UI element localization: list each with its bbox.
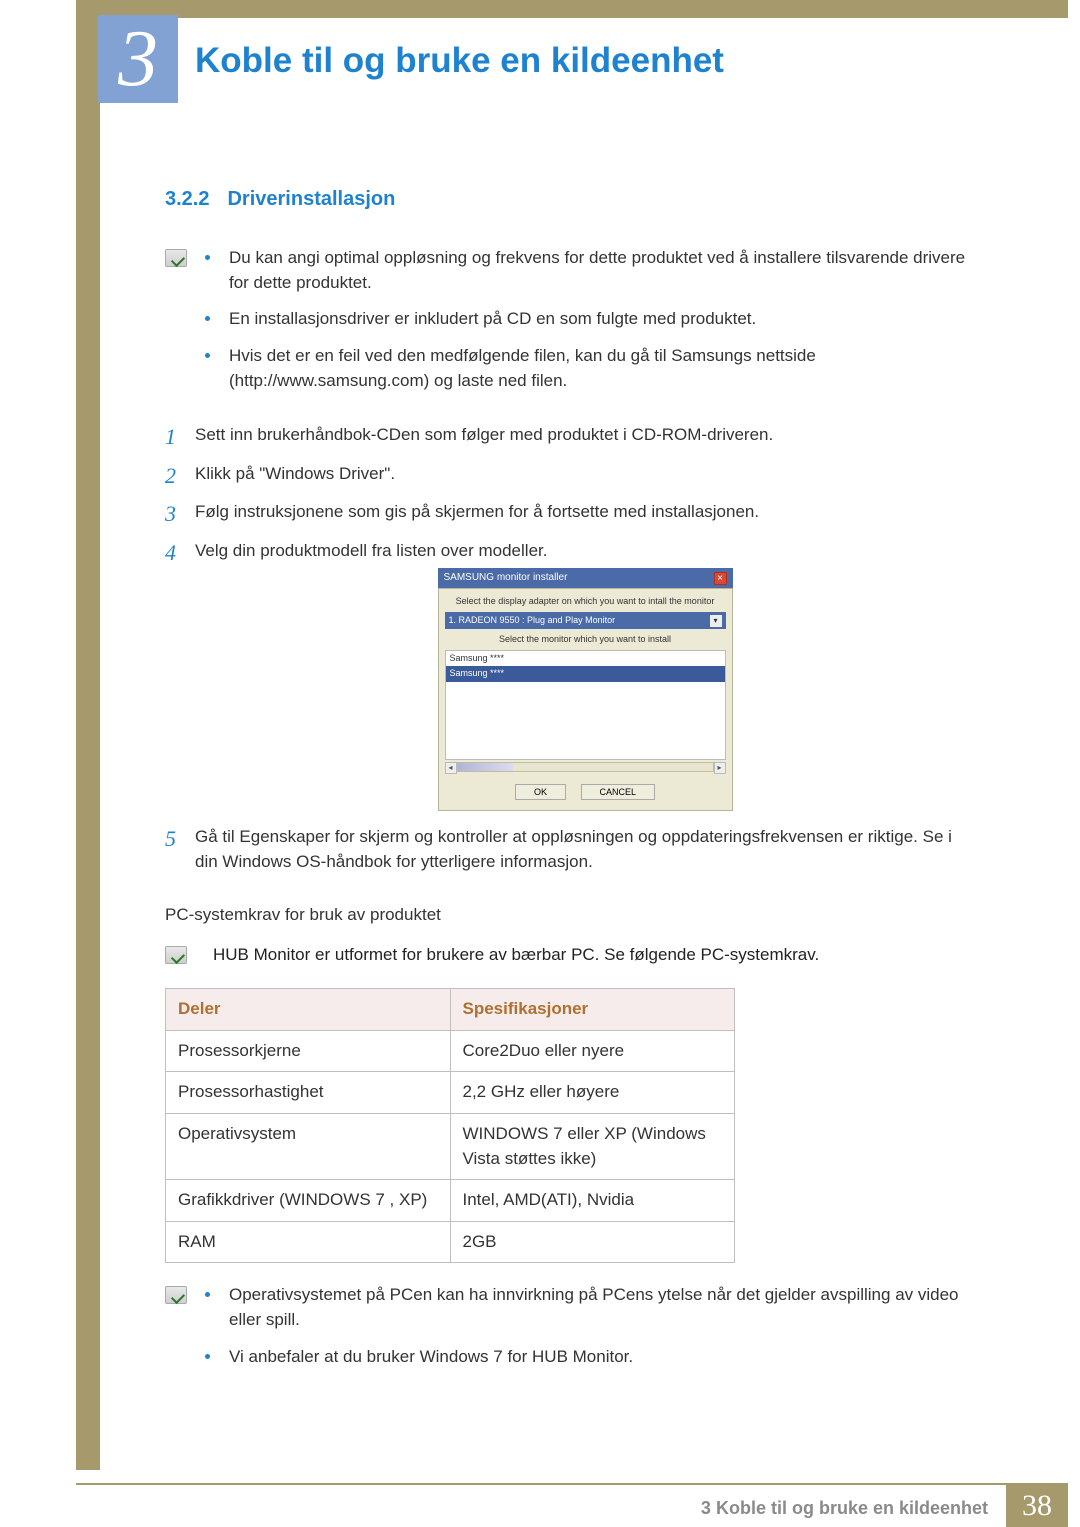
step-item: 1Sett inn brukerhåndbok-CDen som følger … [165, 423, 975, 448]
table-row: ProsessorkjerneCore2Duo eller nyere [166, 1030, 735, 1072]
note-icon [165, 1286, 187, 1304]
installer-caption2: Select the monitor which you want to ins… [445, 633, 726, 646]
installer-list-item-selected[interactable]: Samsung **** [446, 666, 725, 681]
installer-dropdown-value: 1. RADEON 9550 : Plug and Play Monitor [449, 614, 616, 627]
step-number: 3 [165, 498, 176, 530]
table-cell: Prosessorhastighet [166, 1072, 451, 1114]
step-number: 2 [165, 460, 176, 492]
close-icon[interactable]: × [714, 572, 727, 585]
pc-requirements-heading: PC-systemkrav for bruk av produktet [165, 903, 975, 928]
installer-list-item[interactable]: Samsung **** [446, 651, 725, 666]
intro-bullet: Du kan angi optimal oppløsning og frekve… [205, 246, 975, 295]
step-item: 2Klikk på "Windows Driver". [165, 462, 975, 487]
installer-screenshot: SAMSUNG monitor installer × Select the d… [438, 568, 733, 812]
left-vertical-bar [76, 0, 100, 1470]
section-number: 3.2.2 [165, 188, 209, 210]
table-row: RAM2GB [166, 1221, 735, 1263]
table-cell: RAM [166, 1221, 451, 1263]
installer-adapter-dropdown[interactable]: 1. RADEON 9550 : Plug and Play Monitor ▾ [445, 612, 726, 629]
section-title: Driverinstallasjon [227, 188, 395, 210]
footer-chapter-title: Koble til og bruke en kildeenhet [716, 1498, 988, 1518]
step-number: 5 [165, 823, 176, 855]
main-content: 3.2.2 Driverinstallasjon Du kan angi opti… [165, 185, 975, 1385]
page-footer: 3 Koble til og bruke en kildeenhet 38 [76, 1483, 1068, 1527]
page-number: 38 [1006, 1485, 1068, 1527]
table-cell: Core2Duo eller nyere [450, 1030, 735, 1072]
section-heading: 3.2.2 Driverinstallasjon [165, 185, 975, 214]
intro-note-block: Du kan angi optimal oppløsning og frekve… [165, 246, 975, 405]
chapter-title: Koble til og bruke en kildeenhet [195, 36, 724, 87]
footer-chapter-number: 3 [701, 1498, 711, 1518]
top-horizontal-bar [98, 0, 1068, 18]
scroll-track[interactable] [457, 762, 714, 772]
step-item: 5 Gå til Egenskaper for skjerm og kontrol… [165, 825, 975, 874]
closing-bullet-list: Operativsystemet på PCen kan ha innvirkn… [205, 1283, 975, 1381]
closing-bullet: Vi anbefaler at du bruker Windows 7 for … [205, 1345, 975, 1370]
table-row: OperativsystemWINDOWS 7 eller XP (Window… [166, 1113, 735, 1179]
ok-button[interactable]: OK [515, 784, 566, 800]
closing-note-block: Operativsystemet på PCen kan ha innvirkn… [165, 1283, 975, 1381]
step-text: Gå til Egenskaper for skjerm og kontroll… [195, 827, 952, 871]
installer-caption1: Select the display adapter on which you … [445, 595, 726, 608]
note-icon [165, 946, 187, 964]
table-cell: Operativsystem [166, 1113, 451, 1179]
table-cell: Intel, AMD(ATI), Nvidia [450, 1180, 735, 1222]
note-icon [165, 249, 187, 267]
scroll-left-icon[interactable]: ◂ [445, 762, 457, 774]
table-cell: WINDOWS 7 eller XP (Windows Vista støtte… [450, 1113, 735, 1179]
installer-window-title: SAMSUNG monitor installer [444, 571, 568, 586]
intro-bullet: Hvis det er en feil ved den medfølgende … [205, 344, 975, 393]
installer-titlebar: SAMSUNG monitor installer × [438, 568, 733, 589]
step-item: 4 Velg din produktmodell fra listen over … [165, 539, 975, 811]
scroll-thumb[interactable] [458, 763, 513, 771]
installer-monitor-list[interactable]: Samsung **** Samsung **** [445, 650, 726, 760]
intro-bullet-list: Du kan angi optimal oppløsning og frekve… [205, 246, 975, 405]
installer-button-row: OK CANCEL [445, 784, 726, 800]
table-cell: 2GB [450, 1221, 735, 1263]
footer-chapter-ref: 3 Koble til og bruke en kildeenhet [701, 1485, 1006, 1527]
pc-req-note-text: HUB Monitor er utformet for brukere av b… [213, 943, 975, 968]
cancel-button[interactable]: CANCEL [581, 784, 656, 800]
spec-table: Deler Spesifikasjoner ProsessorkjerneCor… [165, 988, 735, 1263]
table-row: Grafikkdriver (WINDOWS 7 , XP)Intel, AMD… [166, 1180, 735, 1222]
intro-bullet: En installasjonsdriver er inkludert på C… [205, 307, 975, 332]
pc-req-note-row: HUB Monitor er utformet for brukere av b… [165, 943, 975, 968]
step-item: 3Følg instruksjonene som gis på skjermen… [165, 500, 975, 525]
closing-bullet: Operativsystemet på PCen kan ha innvirkn… [205, 1283, 975, 1332]
table-header-specs: Spesifikasjoner [450, 988, 735, 1030]
step-list: 1 Sett inn brukerhåndbok-CDen som følger … [165, 423, 975, 874]
scroll-right-icon[interactable]: ▸ [714, 762, 726, 774]
chevron-down-icon[interactable]: ▾ [710, 615, 722, 627]
step-text: Følg instruksjonene som gis på skjermen … [195, 502, 759, 521]
chapter-number-badge: 3 [98, 15, 178, 103]
installer-body: Select the display adapter on which you … [438, 588, 733, 811]
step-number: 4 [165, 537, 176, 569]
installer-scrollbar[interactable]: ◂ ▸ [445, 762, 726, 774]
table-header-row: Deler Spesifikasjoner [166, 988, 735, 1030]
step-text: Klikk på "Windows Driver". [195, 464, 395, 483]
table-header-parts: Deler [166, 988, 451, 1030]
table-cell: Grafikkdriver (WINDOWS 7 , XP) [166, 1180, 451, 1222]
table-row: Prosessorhastighet2,2 GHz eller høyere [166, 1072, 735, 1114]
step-text: Velg din produktmodell fra listen over m… [195, 541, 547, 560]
table-cell: Prosessorkjerne [166, 1030, 451, 1072]
step-text: Sett inn brukerhåndbok-CDen som følger m… [195, 425, 773, 444]
step-number: 1 [165, 421, 176, 453]
table-cell: 2,2 GHz eller høyere [450, 1072, 735, 1114]
